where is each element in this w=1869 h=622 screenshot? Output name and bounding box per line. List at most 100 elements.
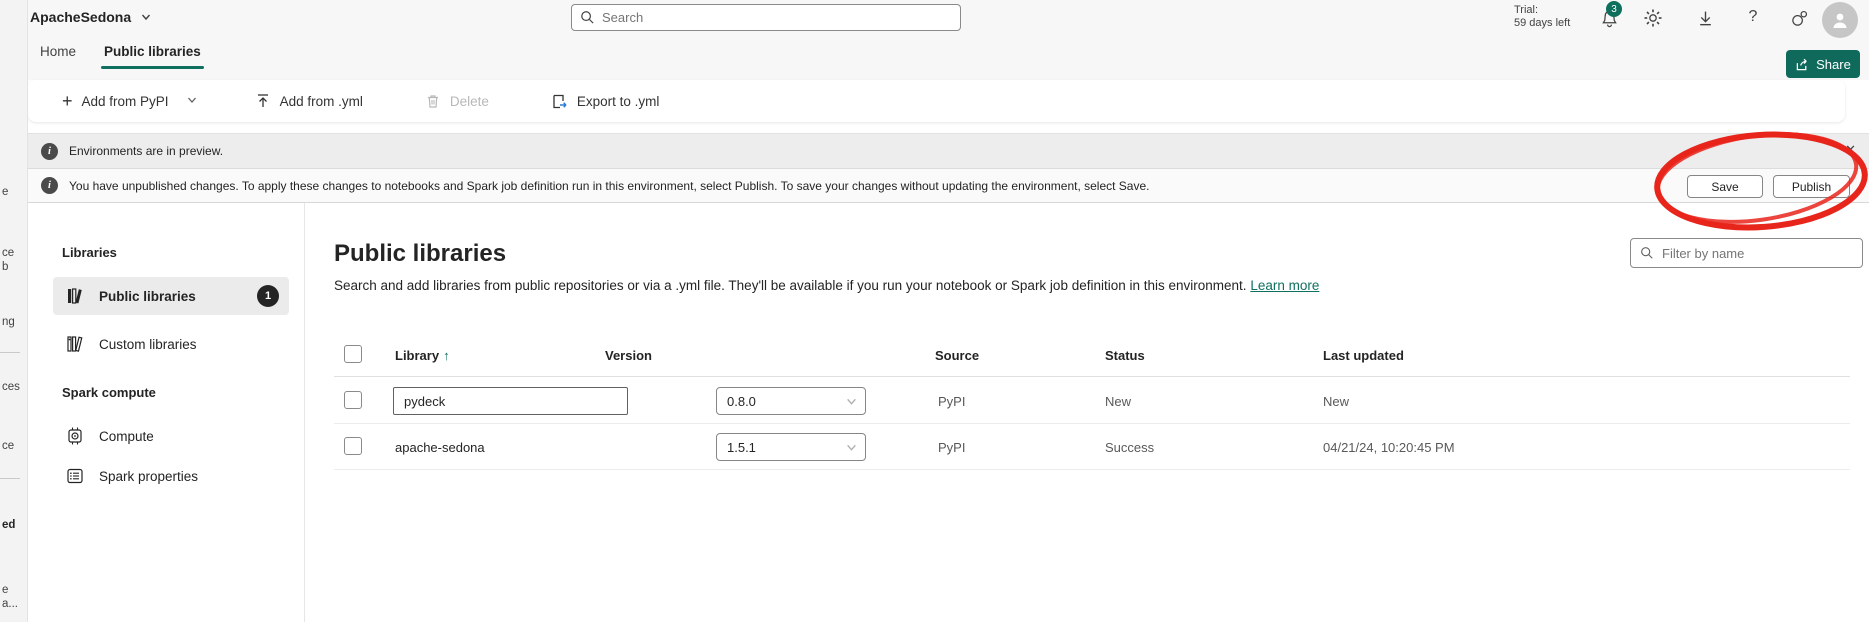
description-text: Search and add libraries from public rep… [334,278,1247,293]
global-search[interactable] [571,4,961,31]
settings-button[interactable] [1642,7,1664,29]
add-from-pypi-dropdown[interactable] [181,86,203,116]
info-icon: i [41,177,58,194]
export-to-yml-button[interactable]: Export to .yml [541,87,670,116]
question-mark-icon: ? [1749,8,1758,26]
search-input[interactable] [602,10,932,25]
sidebar-item-spark-properties[interactable]: Spark properties [53,457,289,495]
tab-public-libraries[interactable]: Public libraries [104,44,201,69]
chevron-down-icon [846,442,857,453]
libraries-toolbar: + Add from PyPI Add from .yml Delete Exp… [28,80,1845,122]
table-row-apache-sedona: apache-sedona 1.5.1 PyPI Success 04/21/2… [334,424,1850,470]
account-avatar[interactable] [1822,2,1858,38]
sidebar-item-custom-libraries[interactable]: Custom libraries [53,325,289,363]
close-icon[interactable]: ✕ [1845,143,1856,156]
trial-status: Trial: 59 days left [1514,4,1570,30]
properties-list-icon [65,466,85,486]
learn-more-link[interactable]: Learn more [1250,278,1319,293]
row-checkbox[interactable] [344,437,362,455]
unpublished-changes-banner: i You have unpublished changes. To apply… [28,169,1869,203]
share-label: Share [1816,57,1851,72]
workspace-title: ApacheSedona [30,9,131,25]
nav-fragment: ces [2,381,20,393]
filter-by-name-box[interactable] [1630,238,1863,268]
sidebar-item-compute[interactable]: Compute [53,417,289,455]
source-cell: PyPI [938,440,965,455]
column-header-version[interactable]: Version [605,348,652,363]
nav-fragment-selected: ed [2,519,15,531]
gear-icon [1643,8,1663,28]
page-description: Search and add libraries from public rep… [334,278,1319,293]
nav-fragment: a... [2,598,18,610]
column-header-source[interactable]: Source [935,348,979,363]
delete-button[interactable]: Delete [415,87,499,115]
chevron-down-icon [846,396,857,407]
sidebar-item-label: Custom libraries [99,337,197,352]
feedback-icon [1790,9,1809,28]
workspace-title-menu[interactable]: ApacheSedona [30,9,151,25]
tab-home[interactable]: Home [40,44,76,69]
download-icon [1697,10,1714,27]
unpublished-banner-text: You have unpublished changes. To apply t… [69,179,1150,193]
save-button[interactable]: Save [1687,175,1763,198]
notifications-button[interactable]: 3 [1598,7,1620,29]
last-updated-cell: New [1323,394,1349,409]
column-header-last-updated[interactable]: Last updated [1323,348,1404,363]
cropped-nav-rail: e ce b ng ces ce ed e a... [0,0,28,622]
library-name-input[interactable]: pydeck [393,387,628,415]
publish-button[interactable]: Publish [1773,175,1850,198]
page-title: Public libraries [334,240,506,268]
feedback-button[interactable] [1788,7,1810,29]
preview-banner: i Environments are in preview. ✕ [28,133,1869,169]
export-icon [551,93,568,110]
nav-fragment: e [2,186,8,198]
plus-icon: + [62,92,73,110]
table-row-pydeck: pydeck 0.8.0 PyPI New New [334,377,1850,424]
filter-input[interactable] [1662,246,1842,261]
person-icon [1830,10,1850,30]
search-icon [580,10,595,25]
add-from-yml-button[interactable]: Add from .yml [245,87,373,115]
spark-compute-section-header: Spark compute [62,385,156,400]
add-from-pypi-button[interactable]: + Add from PyPI [52,86,179,116]
nav-fragment: ce [2,247,14,259]
trial-label: Trial: [1514,4,1570,17]
source-cell: PyPI [938,394,965,409]
export-to-yml-label: Export to .yml [577,94,660,109]
upload-icon [255,93,271,109]
column-header-library[interactable]: Library↑ [395,348,450,363]
preview-banner-text: Environments are in preview. [69,144,223,158]
public-libraries-count-badge: 1 [257,285,279,307]
nav-fragment: ce [2,440,14,452]
nav-fragment: e [2,584,8,596]
status-cell: Success [1105,440,1154,455]
library-books-icon [65,286,85,306]
nav-divider [0,478,20,479]
library-name-cell: apache-sedona [395,440,485,455]
version-dropdown[interactable]: 0.8.0 [716,387,866,415]
add-from-yml-label: Add from .yml [280,94,363,109]
select-all-checkbox[interactable] [344,345,362,363]
version-dropdown[interactable]: 1.5.1 [716,433,866,461]
nav-fragment: ng [2,316,15,328]
help-button[interactable]: ? [1742,6,1764,28]
chevron-down-icon [187,95,197,105]
column-header-status[interactable]: Status [1105,348,1145,363]
sidebar-item-public-libraries[interactable]: Public libraries 1 [53,277,289,315]
libraries-section-header: Libraries [62,245,117,260]
add-from-pypi-label: Add from PyPI [82,94,169,109]
status-cell: New [1105,394,1131,409]
notification-badge: 3 [1606,1,1622,17]
row-checkbox[interactable] [344,391,362,409]
nav-divider [0,352,20,353]
compute-chip-icon [65,426,85,446]
share-icon [1795,57,1810,72]
downloads-button[interactable] [1694,7,1716,29]
sidebar-item-label: Compute [99,429,154,444]
chevron-down-icon [141,12,151,22]
info-icon: i [41,143,58,160]
libraries-table-header: Library↑ Version Source Status Last upda… [334,340,1850,377]
sidebar-item-label: Public libraries [99,289,196,304]
trash-icon [425,93,441,109]
share-button[interactable]: Share [1786,50,1860,78]
